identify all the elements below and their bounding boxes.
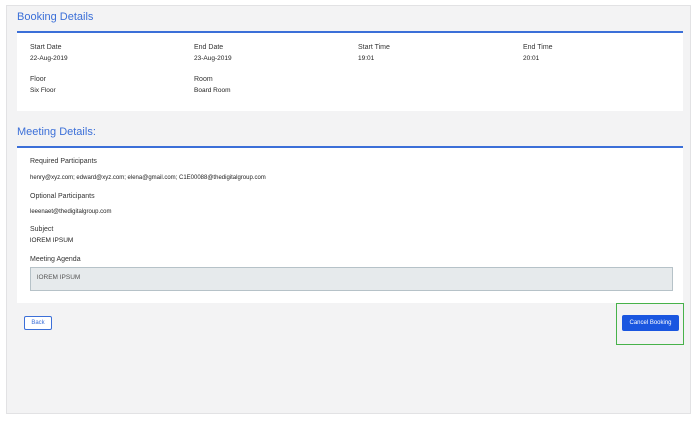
room-label: Room — [194, 76, 213, 83]
meeting-agenda-field[interactable]: lOREM IPSUM — [30, 267, 673, 291]
floor-value: Six Floor — [30, 87, 56, 94]
end-time-label: End Time — [523, 44, 553, 51]
cancel-booking-highlight: Cancel Booking — [616, 303, 684, 345]
booking-page: Booking Details Start Date 22-Aug-2019 E… — [6, 5, 691, 414]
room-value: Board Room — [194, 87, 231, 94]
optional-participants-label: Optional Participants — [30, 193, 95, 200]
subject-label: Subject — [30, 226, 54, 233]
end-time-value: 20:01 — [523, 55, 540, 62]
end-date-label: End Date — [194, 44, 224, 51]
subject-value: lOREM IPSUM — [30, 237, 74, 244]
meeting-agenda-value: lOREM IPSUM — [37, 274, 81, 281]
cancel-booking-button[interactable]: Cancel Booking — [622, 315, 679, 331]
meeting-details-card: Required Participants henry@xyz.com; edw… — [17, 146, 683, 303]
required-participants-label: Required Participants — [30, 158, 97, 165]
start-time-label: Start Time — [358, 44, 390, 51]
meeting-details-title: Meeting Details: — [17, 126, 96, 138]
start-date-value: 22-Aug-2019 — [30, 55, 68, 62]
back-button[interactable]: Back — [24, 316, 52, 330]
floor-label: Floor — [30, 76, 46, 83]
optional-participants-value: leeenaet@thedigitalgroup.com — [30, 209, 112, 215]
end-date-value: 23-Aug-2019 — [194, 55, 232, 62]
start-time-value: 19:01 — [358, 55, 375, 62]
required-participants-value: henry@xyz.com; edward@xyz.com; elena@gma… — [30, 175, 266, 181]
meeting-agenda-label: Meeting Agenda — [30, 256, 81, 263]
booking-details-card: Start Date 22-Aug-2019 End Date 23-Aug-2… — [17, 31, 683, 111]
start-date-label: Start Date — [30, 44, 62, 51]
booking-details-title: Booking Details — [17, 11, 94, 23]
